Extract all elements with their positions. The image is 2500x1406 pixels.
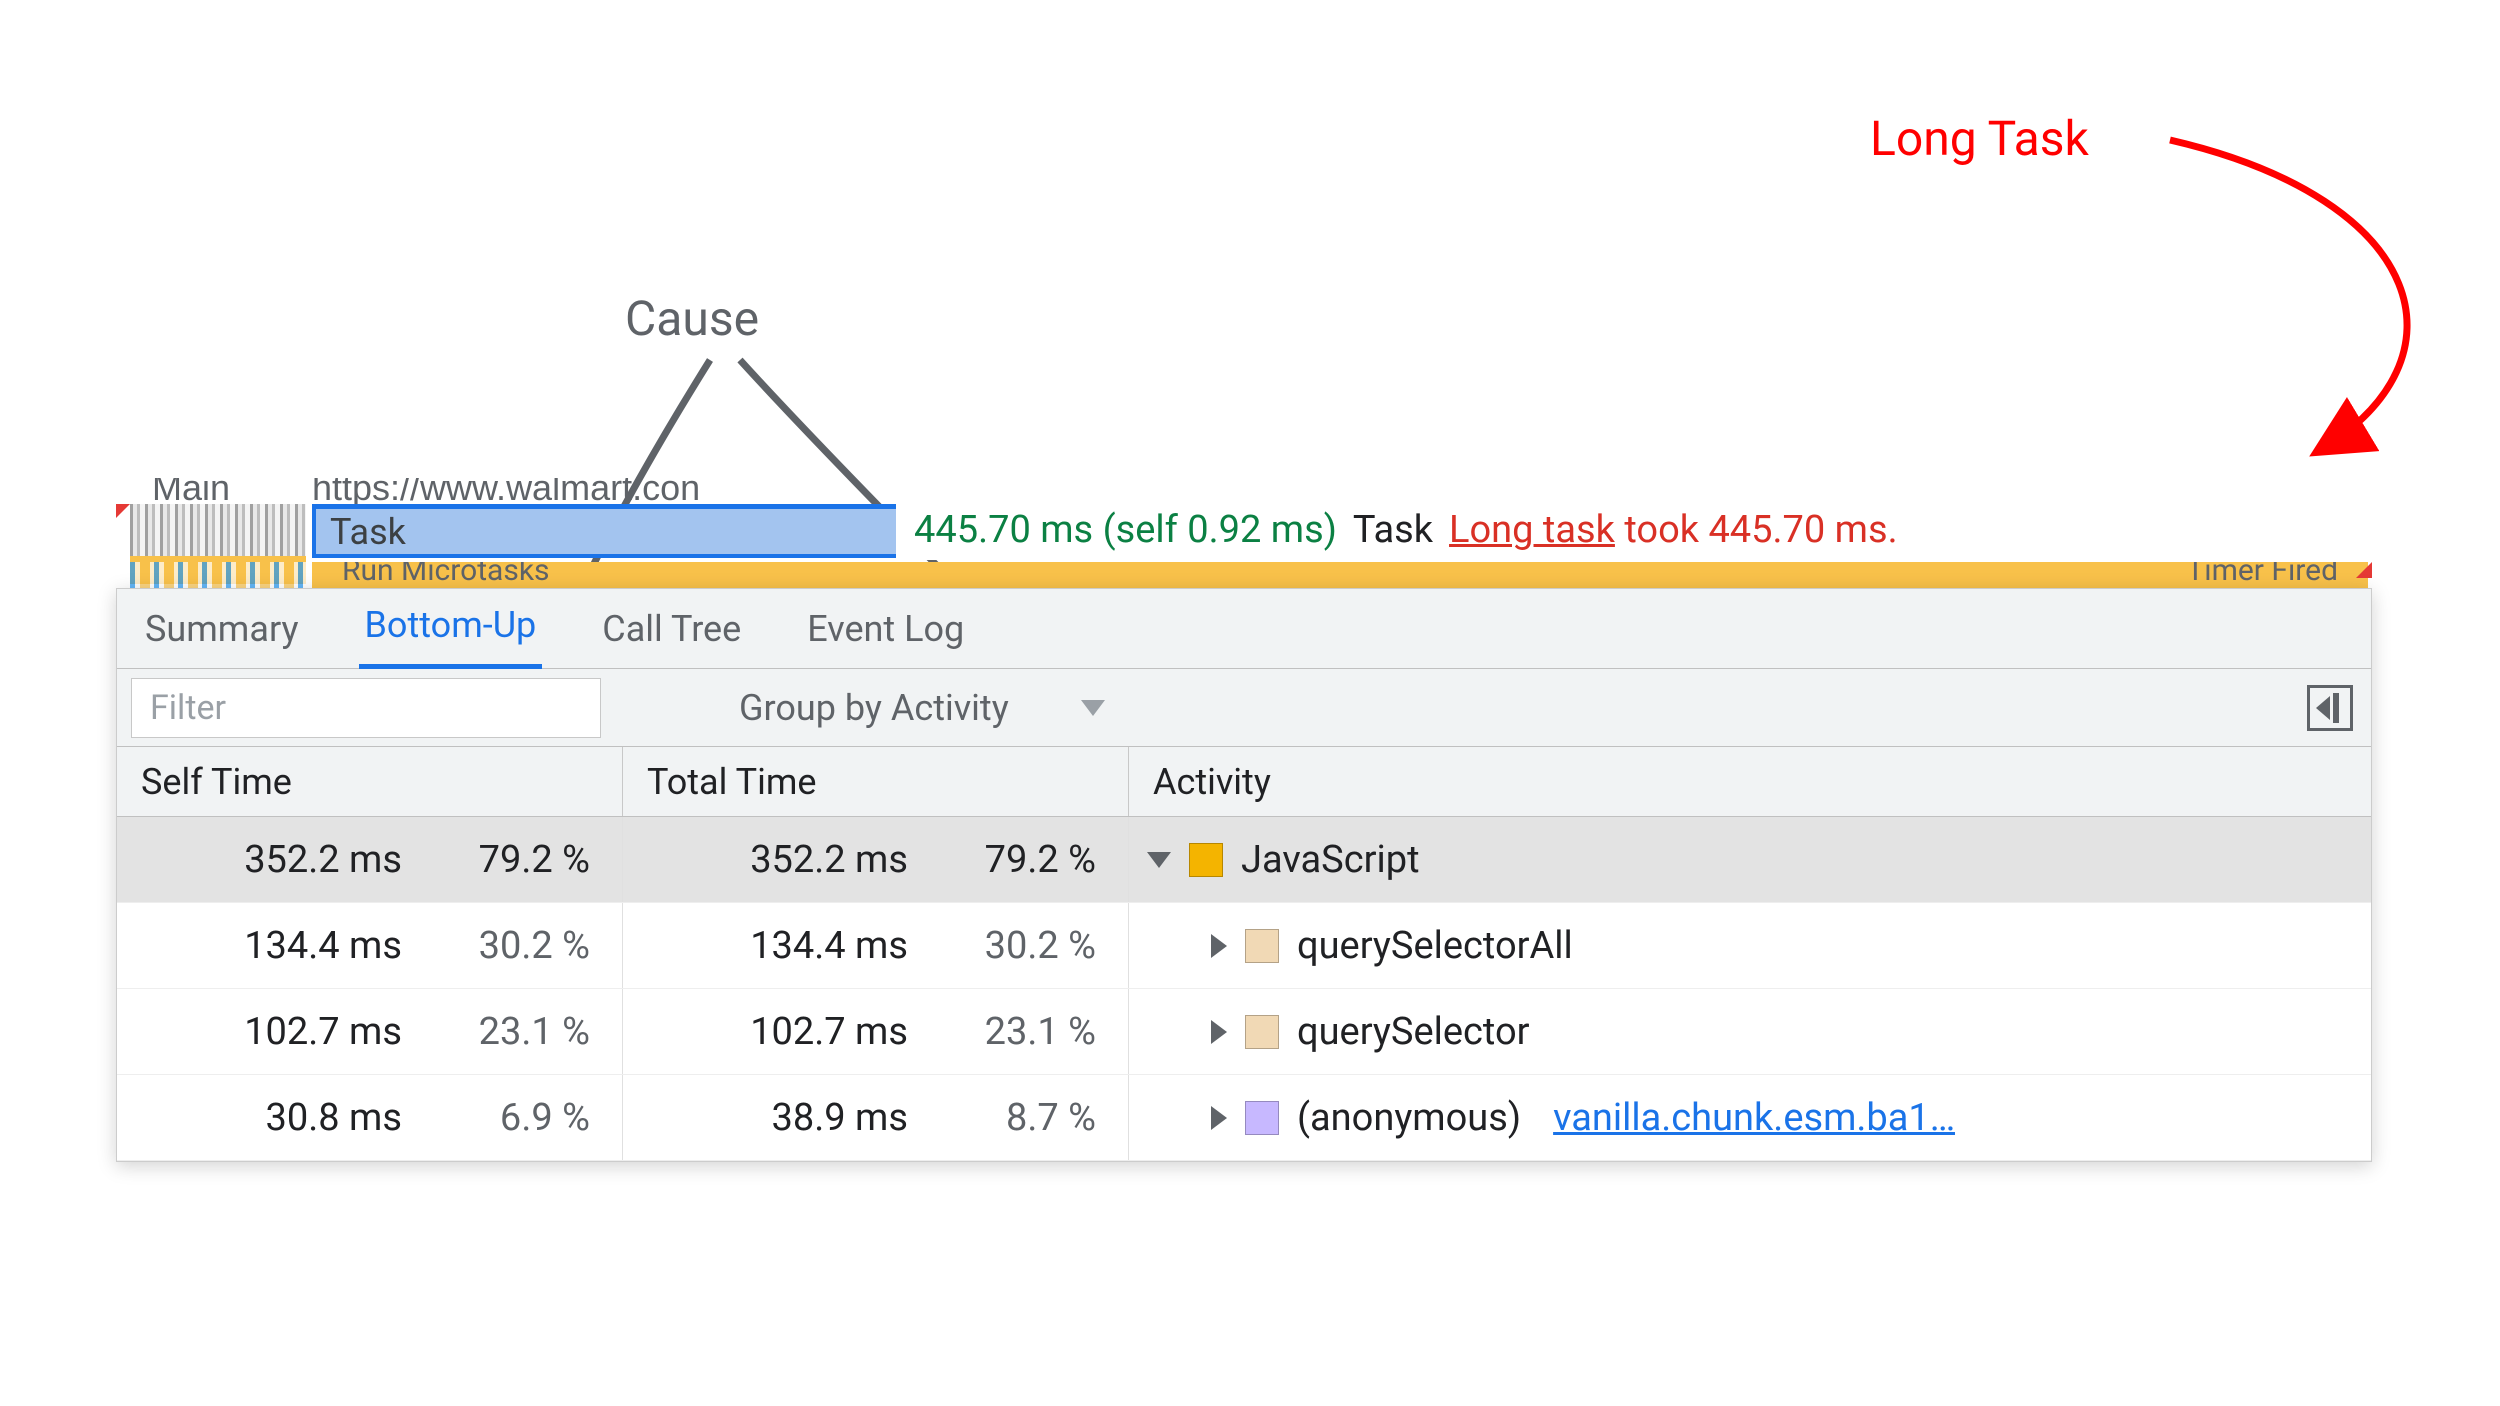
bottom-panel: Summary Bottom-Up Call Tree Event Log Fi… [116, 588, 2372, 1162]
total-time-bar [924, 930, 981, 962]
activity-name: querySelector [1297, 1010, 1530, 1054]
self-time-ms: 134.4 ms [168, 924, 418, 968]
disclosure-closed-icon[interactable] [1211, 1020, 1227, 1044]
task-bar-label: Task [330, 511, 406, 553]
overflow-marker-left [116, 504, 130, 518]
total-time-ms: 352.2 ms [674, 838, 924, 882]
disclosure-open-icon[interactable] [1147, 852, 1171, 868]
self-time-pct: 6.9 % [418, 1096, 608, 1140]
show-heaviest-stack-icon[interactable] [2307, 685, 2353, 731]
total-time-ms: 134.4 ms [674, 924, 924, 968]
total-time-bar [924, 1016, 968, 1048]
disclosure-closed-icon[interactable] [1211, 934, 1227, 958]
header-self-time[interactable]: Self Time [117, 747, 623, 816]
self-time-pct: 79.2 % [418, 838, 608, 882]
table-row[interactable]: 30.8 ms6.9 %38.9 ms8.7 %(anonymous)vanil… [117, 1075, 2371, 1161]
activity-cell: querySelector [1129, 989, 2371, 1074]
self-time-bar [418, 1016, 462, 1048]
activity-name: querySelectorAll [1297, 924, 1573, 968]
activity-cell: querySelectorAll [1129, 903, 2371, 988]
total-time-pct: 23.1 % [924, 1010, 1114, 1054]
category-swatch-icon [1245, 929, 1279, 963]
annotation-cause: Cause [625, 290, 759, 347]
table-row[interactable]: 352.2 ms79.2 %352.2 ms79.2 %JavaScript [117, 817, 2371, 903]
tooltip-duration: 445.70 ms (self 0.92 ms) [914, 508, 1337, 552]
tab-bottom-up[interactable]: Bottom-Up [359, 586, 543, 669]
tab-summary[interactable]: Summary [139, 590, 305, 668]
group-by-label: Group by Activity [739, 687, 1009, 729]
total-time-bar [924, 1102, 941, 1134]
chevron-down-icon [1081, 700, 1105, 716]
table-row[interactable]: 102.7 ms23.1 %102.7 ms23.1 %querySelecto… [117, 989, 2371, 1075]
tab-event-log[interactable]: Event Log [801, 590, 970, 668]
long-task-flag-icon [2356, 562, 2372, 578]
self-time-pct: 23.1 % [418, 1010, 608, 1054]
tooltip-name: Task [1353, 508, 1433, 552]
header-total-time[interactable]: Total Time [623, 747, 1129, 816]
category-swatch-icon [1245, 1015, 1279, 1049]
self-time-bar [418, 1102, 431, 1134]
activity-name: JavaScript [1241, 838, 1420, 882]
total-time-pct: 8.7 % [924, 1096, 1114, 1140]
self-time-ms: 30.8 ms [168, 1096, 418, 1140]
disclosure-closed-icon[interactable] [1211, 1106, 1227, 1130]
mini-bars [130, 562, 306, 590]
self-time-cell: 134.4 ms30.2 % [117, 903, 623, 988]
filter-row: Filter Group by Activity [117, 669, 2371, 747]
self-time-ms: 102.7 ms [168, 1010, 418, 1054]
group-by-select[interactable]: Group by Activity [739, 687, 1105, 729]
activity-name: (anonymous) [1297, 1096, 1521, 1140]
total-time-cell: 102.7 ms23.1 % [623, 989, 1129, 1074]
self-time-cell: 352.2 ms79.2 % [117, 817, 623, 902]
header-activity[interactable]: Activity [1129, 747, 2371, 816]
total-time-ms: 102.7 ms [674, 1010, 924, 1054]
tooltip-warning: Long task took 445.70 ms. [1449, 508, 1898, 552]
tab-call-tree[interactable]: Call Tree [596, 590, 747, 668]
category-swatch-icon [1245, 1101, 1279, 1135]
table-body: 352.2 ms79.2 %352.2 ms79.2 %JavaScript13… [117, 817, 2371, 1161]
table-headers: Self Time Total Time Activity [117, 747, 2371, 817]
total-time-ms: 38.9 ms [674, 1096, 924, 1140]
self-time-ms: 352.2 ms [168, 838, 418, 882]
table-row[interactable]: 134.4 ms30.2 %134.4 ms30.2 %querySelecto… [117, 903, 2371, 989]
total-time-pct: 30.2 % [924, 924, 1114, 968]
total-time-cell: 134.4 ms30.2 % [623, 903, 1129, 988]
task-tooltip: 445.70 ms (self 0.92 ms) Task Long task … [896, 500, 1916, 560]
total-time-pct: 79.2 % [924, 838, 1114, 882]
self-time-bar [418, 930, 475, 962]
activity-cell: JavaScript [1129, 817, 2371, 902]
activity-cell: (anonymous) vanilla.chunk.esm.ba1… [1129, 1075, 2371, 1160]
filter-input[interactable]: Filter [131, 678, 601, 738]
panel-tabs: Summary Bottom-Up Call Tree Event Log [117, 589, 2371, 669]
category-swatch-icon [1189, 843, 1223, 877]
self-time-cell: 30.8 ms6.9 % [117, 1075, 623, 1160]
self-time-pct: 30.2 % [418, 924, 608, 968]
activity-source-link[interactable]: vanilla.chunk.esm.ba1… [1553, 1096, 1955, 1140]
total-time-cell: 352.2 ms79.2 % [623, 817, 1129, 902]
self-time-cell: 102.7 ms23.1 % [117, 989, 623, 1074]
total-time-cell: 38.9 ms8.7 % [623, 1075, 1129, 1160]
annotation-long-task: Long Task [1870, 110, 2089, 167]
mini-tasks [130, 504, 306, 556]
